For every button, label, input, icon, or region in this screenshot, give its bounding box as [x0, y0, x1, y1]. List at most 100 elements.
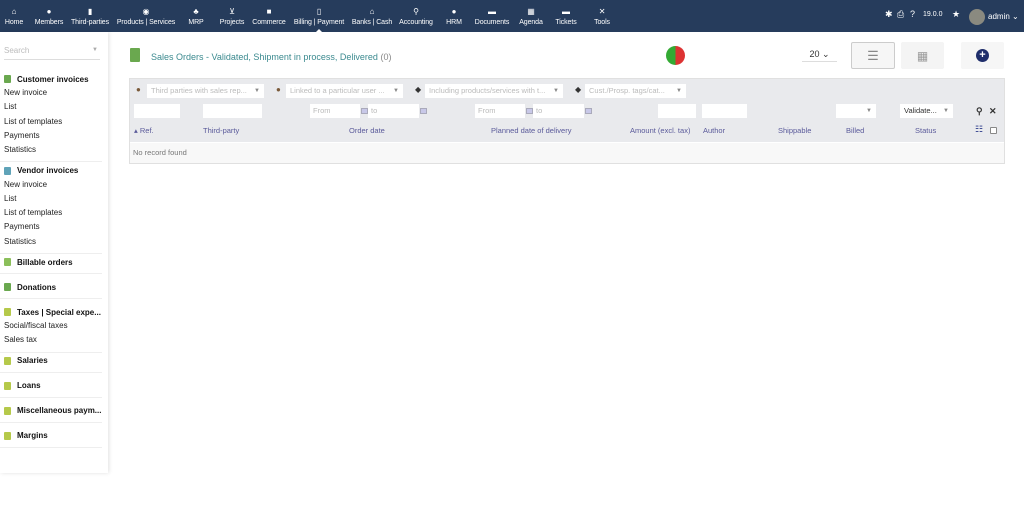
sales-rep-filter[interactable]: Third parties with sales rep... ▼ — [147, 84, 264, 98]
sidebar-heading[interactable]: Billable orders — [0, 255, 102, 269]
sidebar-item[interactable]: Payments — [0, 129, 102, 143]
user-menu[interactable]: admin ⌄ — [988, 12, 1019, 21]
column-billed[interactable]: Billed — [846, 126, 864, 135]
chevron-down-icon: ▼ — [92, 47, 98, 53]
sidebar-search-input[interactable]: Search ▼ — [4, 46, 100, 60]
search-icon[interactable]: ⚲ — [976, 106, 983, 117]
suitcase-icon: ■ — [266, 6, 272, 16]
record-count: (0) — [380, 52, 392, 62]
section-icon — [4, 166, 11, 175]
linked-user-placeholder: Linked to a particular user ... — [290, 86, 385, 95]
sidebar-heading[interactable]: Loans — [0, 379, 102, 393]
file-invoice-icon: ▯ — [316, 6, 322, 16]
company-logo — [666, 46, 685, 65]
print-icon[interactable]: ⎙ — [897, 9, 904, 20]
select-all-checkbox[interactable] — [990, 127, 997, 134]
menu-third-parties[interactable]: ▮ Third-parties — [60, 0, 120, 32]
author-filter-input[interactable] — [702, 104, 747, 118]
help-icon[interactable]: ? — [910, 9, 915, 19]
column-planned-delivery[interactable]: Planned date of delivery — [491, 126, 571, 135]
menu-label: HRM — [446, 18, 462, 26]
folder-icon: ▬ — [488, 6, 496, 16]
calendar-icon[interactable] — [526, 108, 533, 114]
calendar-icon[interactable] — [420, 108, 427, 114]
bookmark-star-icon[interactable]: ★ — [952, 9, 960, 20]
clear-filter-icon[interactable]: ✕ — [989, 106, 997, 117]
sidebar-item[interactable]: Sales tax — [0, 333, 102, 347]
sidebar-item[interactable]: New invoice — [0, 86, 102, 100]
kanban-view-button[interactable]: ▦ — [901, 42, 944, 69]
sidebar-item[interactable]: List — [0, 192, 102, 206]
tags-filter[interactable]: Cust./Prosp. tags/cat... ▼ — [585, 84, 686, 98]
column-order-date[interactable]: Order date — [349, 126, 385, 135]
sidebar-item[interactable]: List — [0, 100, 102, 114]
order-date-from[interactable]: From — [310, 104, 360, 118]
chevron-down-icon: ▼ — [553, 88, 559, 94]
column-ref[interactable]: ▴ Ref. — [134, 126, 154, 135]
menu-billing-payment[interactable]: ▯ Billing | Payment — [289, 0, 349, 32]
column-selector-icon[interactable]: ☷ — [975, 124, 983, 135]
user-icon: ● — [276, 85, 281, 94]
sidebar-heading[interactable]: Customer invoices — [0, 72, 102, 86]
sidebar-section: Miscellaneous paym... — [0, 402, 102, 423]
per-page-select[interactable]: 20 ⌄ — [802, 46, 837, 62]
plus-circle-icon: + — [976, 49, 989, 62]
thirdparty-filter-input[interactable] — [203, 104, 262, 118]
column-author[interactable]: Author — [703, 126, 725, 135]
cube-icon: ◉ — [142, 6, 150, 16]
ref-filter-input[interactable] — [134, 104, 180, 118]
chevron-down-icon: ▼ — [393, 88, 399, 94]
section-icon — [4, 431, 11, 440]
sidebar-section: Customer invoices New invoice List List of … — [0, 70, 102, 163]
sidebar-item[interactable]: Social/fiscal taxes — [0, 319, 102, 333]
sidebar-heading[interactable]: Vendor invoices — [0, 164, 102, 178]
sidebar-item[interactable]: Statistics — [0, 143, 102, 157]
section-icon — [4, 75, 11, 83]
chevron-down-icon: ▼ — [866, 108, 872, 114]
cubes-icon: ♣ — [193, 6, 199, 16]
tag-icon: ◆ — [415, 85, 422, 94]
section-icon — [4, 283, 11, 291]
linked-user-filter[interactable]: Linked to a particular user ... ▼ — [286, 84, 403, 98]
sales-rep-placeholder: Third parties with sales rep... — [151, 86, 247, 95]
avatar[interactable] — [969, 9, 985, 25]
status-value: Validate... — [904, 106, 937, 115]
amount-filter-input[interactable] — [658, 104, 696, 118]
bug-icon[interactable]: ✱ — [885, 9, 893, 20]
product-filter[interactable]: Including products/services with t... ▼ — [425, 84, 563, 98]
delivery-date-to[interactable]: to — [533, 104, 584, 118]
sidebar-item[interactable]: Payments — [0, 220, 102, 234]
sidebar-section: Billable orders — [0, 253, 102, 274]
sidebar-item[interactable]: New invoice — [0, 178, 102, 192]
calendar-icon[interactable] — [361, 108, 368, 114]
order-date-to[interactable]: to — [368, 104, 419, 118]
status-filter[interactable]: Validate... ▼ — [900, 104, 953, 118]
new-order-button[interactable]: + — [961, 42, 1004, 69]
calendar-icon[interactable] — [585, 108, 592, 114]
sidebar-item[interactable]: List of templates — [0, 206, 102, 220]
menu-tools[interactable]: ✕ Tools — [572, 0, 632, 32]
sidebar-item[interactable]: Statistics — [0, 235, 102, 249]
delivery-date-from[interactable]: From — [475, 104, 525, 118]
list-view-button[interactable]: ☰ — [851, 42, 895, 69]
column-status[interactable]: Status — [915, 126, 936, 135]
calendar-icon: ▦ — [527, 6, 535, 16]
column-third-party[interactable]: Third-party — [203, 126, 239, 135]
billed-filter[interactable]: ▼ — [836, 104, 876, 118]
section-icon — [4, 406, 11, 415]
column-shippable[interactable]: Shippable — [778, 126, 811, 135]
search-dollar-icon: ⚲ — [413, 6, 419, 16]
column-amount[interactable]: Amount (excl. tax) — [630, 126, 690, 135]
left-sidebar: Search ▼ Customer invoices New invoice List… — [0, 32, 108, 473]
menu-label: Billing | Payment — [293, 18, 345, 26]
sidebar-heading[interactable]: Salaries — [0, 354, 102, 368]
sidebar-heading[interactable]: Margins — [0, 429, 102, 443]
sidebar-heading-label: Taxes | Special expe... — [17, 307, 101, 317]
sidebar-heading[interactable]: Miscellaneous paym... — [0, 404, 102, 418]
sidebar-section: Vendor invoices New invoice List List of te… — [0, 162, 102, 254]
sidebar-heading-label: Donations — [17, 282, 57, 292]
sidebar-heading[interactable]: Taxes | Special expe... — [0, 305, 102, 319]
sidebar-section: Taxes | Special expe... Social/fiscal tax… — [0, 303, 102, 353]
sidebar-item[interactable]: List of templates — [0, 115, 102, 129]
sidebar-heading[interactable]: Donations — [0, 280, 102, 294]
